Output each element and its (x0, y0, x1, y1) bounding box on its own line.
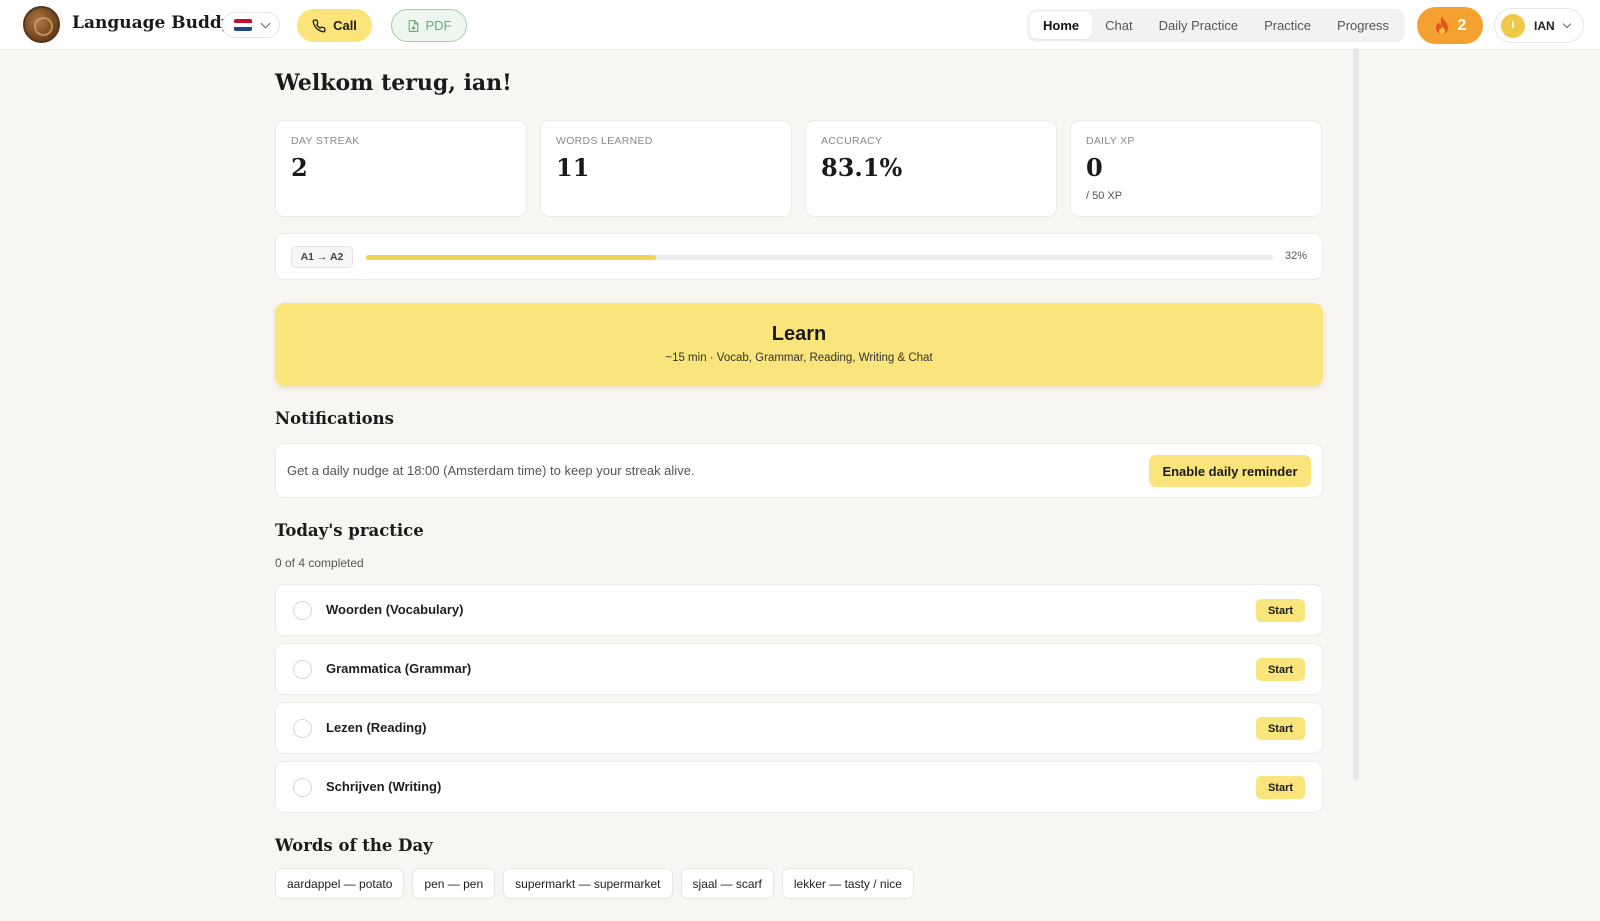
stat-label: DAILY XP (1086, 135, 1135, 147)
app-title[interactable]: Language Buddy (72, 13, 232, 33)
task-checkbox[interactable] (293, 778, 312, 797)
nav-chat[interactable]: Chat (1092, 12, 1145, 39)
page-title: Welkom terug, ian! (275, 70, 512, 96)
stat-value: 83.1% (821, 153, 903, 182)
level-progress-track (366, 255, 1273, 260)
streak-button[interactable]: 2 (1417, 7, 1483, 44)
words-of-day-list: aardappel — potato pen — pen supermarkt … (275, 868, 914, 899)
level-percent: 32% (1284, 250, 1307, 262)
practice-completed-count: 0 of 4 completed (275, 556, 364, 570)
learn-subtitle: ~15 min · Vocab, Grammar, Reading, Writi… (665, 352, 933, 364)
start-button[interactable]: Start (1256, 599, 1305, 622)
task-label: Schrijven (Writing) (326, 779, 442, 794)
chevron-down-icon (1562, 19, 1571, 28)
practice-task-vocabulary: Woorden (Vocabulary) Start (275, 584, 1323, 636)
notifications-heading: Notifications (275, 409, 394, 428)
nav-home[interactable]: Home (1030, 12, 1093, 39)
start-button[interactable]: Start (1256, 658, 1305, 681)
file-icon (408, 19, 418, 32)
practice-task-grammar: Grammatica (Grammar) Start (275, 643, 1323, 695)
enable-reminder-button[interactable]: Enable daily reminder (1149, 455, 1311, 487)
stat-value: 2 (291, 153, 308, 182)
word-chip[interactable]: pen — pen (412, 868, 496, 899)
nav-daily-practice[interactable]: Daily Practice (1146, 12, 1251, 39)
call-button[interactable]: Call (297, 9, 372, 42)
words-of-day-heading: Words of the Day (275, 836, 433, 855)
pdf-label: PDF (425, 18, 452, 33)
app-logo[interactable] (23, 6, 60, 43)
stat-label: ACCURACY (821, 135, 883, 147)
start-button[interactable]: Start (1256, 717, 1305, 740)
stat-value: 0 (1086, 153, 1103, 182)
level-progress-card: A1 → A2 32% (275, 233, 1323, 280)
level-badge: A1 → A2 (291, 246, 353, 268)
scrollbar[interactable] (1353, 48, 1359, 780)
streak-count: 2 (1457, 16, 1467, 34)
main-nav: Home Chat Daily Practice Practice Progre… (1027, 9, 1406, 42)
stat-value: 11 (556, 153, 590, 182)
practice-task-reading: Lezen (Reading) Start (275, 702, 1323, 754)
learn-title: Learn (771, 323, 827, 345)
top-bar: Language Buddy Call PDF Home Chat Daily … (0, 0, 1600, 50)
language-selector[interactable] (222, 12, 280, 38)
user-name: IAN (1534, 18, 1555, 33)
nav-progress[interactable]: Progress (1324, 12, 1402, 39)
notification-text: Get a daily nudge at 18:00 (Amsterdam ti… (287, 463, 695, 478)
start-button[interactable]: Start (1256, 776, 1305, 799)
flame-icon (1435, 15, 1448, 34)
notification-card: Get a daily nudge at 18:00 (Amsterdam ti… (275, 443, 1323, 498)
stat-label: WORDS LEARNED (556, 135, 653, 147)
stat-card-day-streak: DAY STREAK 2 (275, 120, 527, 217)
task-checkbox[interactable] (293, 719, 312, 738)
stat-label: DAY STREAK (291, 135, 360, 147)
task-label: Lezen (Reading) (326, 720, 427, 735)
stat-card-daily-xp: DAILY XP 0 / 50 XP (1070, 120, 1322, 217)
chevron-down-icon (260, 18, 271, 28)
word-chip[interactable]: aardappel — potato (275, 868, 405, 899)
learn-button[interactable]: Learn ~15 min · Vocab, Grammar, Reading,… (275, 303, 1323, 386)
word-chip[interactable]: sjaal — scarf (680, 868, 774, 899)
practice-task-writing: Schrijven (Writing) Start (275, 761, 1323, 813)
pdf-button[interactable]: PDF (391, 9, 467, 42)
task-checkbox[interactable] (293, 601, 312, 620)
level-progress-fill (366, 255, 657, 260)
call-label: Call (333, 18, 357, 33)
stat-card-accuracy: ACCURACY 83.1% (805, 120, 1057, 217)
user-menu[interactable]: I IAN (1494, 8, 1584, 43)
word-chip[interactable]: supermarkt — supermarket (503, 868, 673, 899)
stat-card-words-learned: WORDS LEARNED 11 (540, 120, 792, 217)
stat-sub: / 50 XP (1086, 190, 1123, 202)
nav-practice[interactable]: Practice (1251, 12, 1324, 39)
practice-heading: Today's practice (275, 521, 424, 540)
netherlands-flag-icon (234, 19, 252, 31)
phone-icon (312, 19, 326, 32)
task-label: Woorden (Vocabulary) (326, 602, 464, 617)
task-checkbox[interactable] (293, 660, 312, 679)
task-label: Grammatica (Grammar) (326, 661, 472, 676)
word-chip[interactable]: lekker — tasty / nice (781, 868, 914, 899)
avatar: I (1501, 13, 1525, 38)
